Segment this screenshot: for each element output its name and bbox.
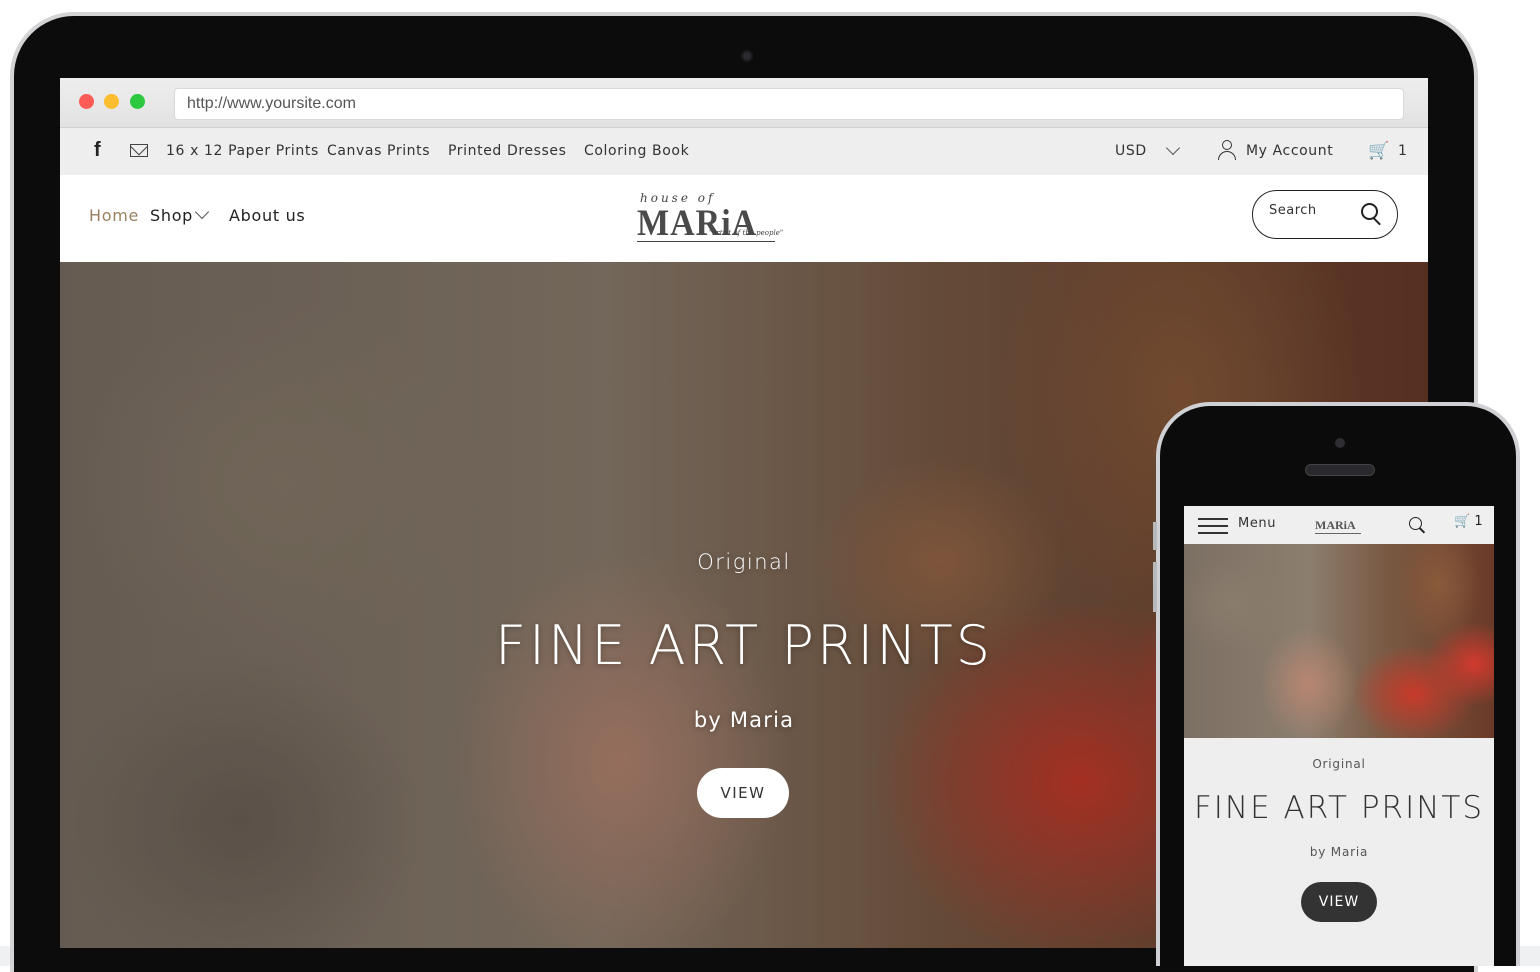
mobile-logo[interactable]: MARiA — [1315, 514, 1363, 536]
user-icon[interactable] — [1218, 140, 1236, 160]
topbar-link-coloring-book[interactable]: Coloring Book — [584, 143, 689, 159]
mail-icon[interactable] — [130, 144, 148, 157]
minimize-window-button[interactable] — [104, 94, 119, 109]
search-box[interactable] — [1252, 190, 1398, 239]
site-header: Home Shop About us house of MARiA "artis… — [60, 175, 1428, 262]
cart-count[interactable]: 1 — [1398, 143, 1408, 159]
mobile-logo-text: MARiA — [1315, 518, 1356, 532]
laptop-camera — [741, 50, 753, 62]
my-account-link[interactable]: My Account — [1246, 143, 1333, 159]
mobile-menu-label[interactable]: Menu — [1238, 516, 1276, 531]
mobile-hero-title: FINE ART PRINTS — [1193, 790, 1485, 826]
mobile-header: Menu MARiA 🛒 1 — [1184, 506, 1494, 544]
mobile-logo-underline — [1315, 533, 1361, 534]
nav-about[interactable]: About us — [229, 206, 305, 225]
phone-screen: Menu MARiA 🛒 1 Original FINE ART PRINTS … — [1184, 506, 1494, 966]
facebook-icon[interactable]: f — [94, 139, 101, 162]
mobile-hero-content: Original FINE ART PRINTS by Maria VIEW — [1184, 738, 1494, 966]
mobile-view-button[interactable]: VIEW — [1301, 882, 1377, 922]
nav-home[interactable]: Home — [89, 206, 139, 225]
maximize-window-button[interactable] — [130, 94, 145, 109]
address-bar[interactable]: http://www.yoursite.com — [174, 88, 1404, 120]
mobile-hero-image — [1184, 544, 1494, 738]
logo-maria: MARiA — [637, 203, 758, 244]
mobile-hero-subtitle: Original — [1312, 757, 1366, 771]
shop-chevron-down-icon[interactable] — [194, 204, 210, 220]
search-icon[interactable] — [1361, 203, 1383, 226]
site-logo[interactable]: house of MARiA "artist of the people" — [637, 191, 783, 249]
hero-view-button[interactable]: VIEW — [697, 768, 789, 818]
phone-speaker — [1305, 464, 1375, 476]
mobile-cart-icon: 🛒 — [1454, 514, 1471, 529]
nav-shop[interactable]: Shop — [150, 206, 193, 225]
mobile-search-icon[interactable] — [1409, 517, 1427, 535]
topbar-link-printed-dresses[interactable]: Printed Dresses — [448, 143, 567, 159]
hamburger-icon[interactable] — [1198, 516, 1228, 534]
top-bar: f 16 x 12 Paper Prints Canvas Prints Pri… — [60, 128, 1428, 175]
mobile-hero-byline: by Maria — [1309, 845, 1369, 859]
topbar-link-canvas-prints[interactable]: Canvas Prints — [327, 143, 430, 159]
cart-icon[interactable]: 🛒 — [1368, 141, 1390, 161]
chevron-down-icon[interactable] — [1165, 140, 1181, 156]
browser-chrome: http://www.yoursite.com — [60, 78, 1428, 128]
phone-volume-button — [1153, 562, 1157, 612]
topbar-link-paper-prints[interactable]: 16 x 12 Paper Prints — [166, 143, 319, 159]
phone-frame: Menu MARiA 🛒 1 Original FINE ART PRINTS … — [1153, 402, 1520, 966]
mobile-cart-count: 1 — [1474, 514, 1483, 529]
close-window-button[interactable] — [79, 94, 94, 109]
mobile-cart[interactable]: 🛒 1 — [1454, 514, 1483, 529]
currency-selector[interactable]: USD — [1115, 143, 1147, 159]
logo-tagline: "artist of the people" — [709, 229, 784, 237]
phone-camera — [1335, 438, 1345, 448]
logo-underline — [637, 241, 775, 242]
search-input[interactable] — [1269, 203, 1349, 218]
phone-volume-button — [1153, 522, 1157, 550]
